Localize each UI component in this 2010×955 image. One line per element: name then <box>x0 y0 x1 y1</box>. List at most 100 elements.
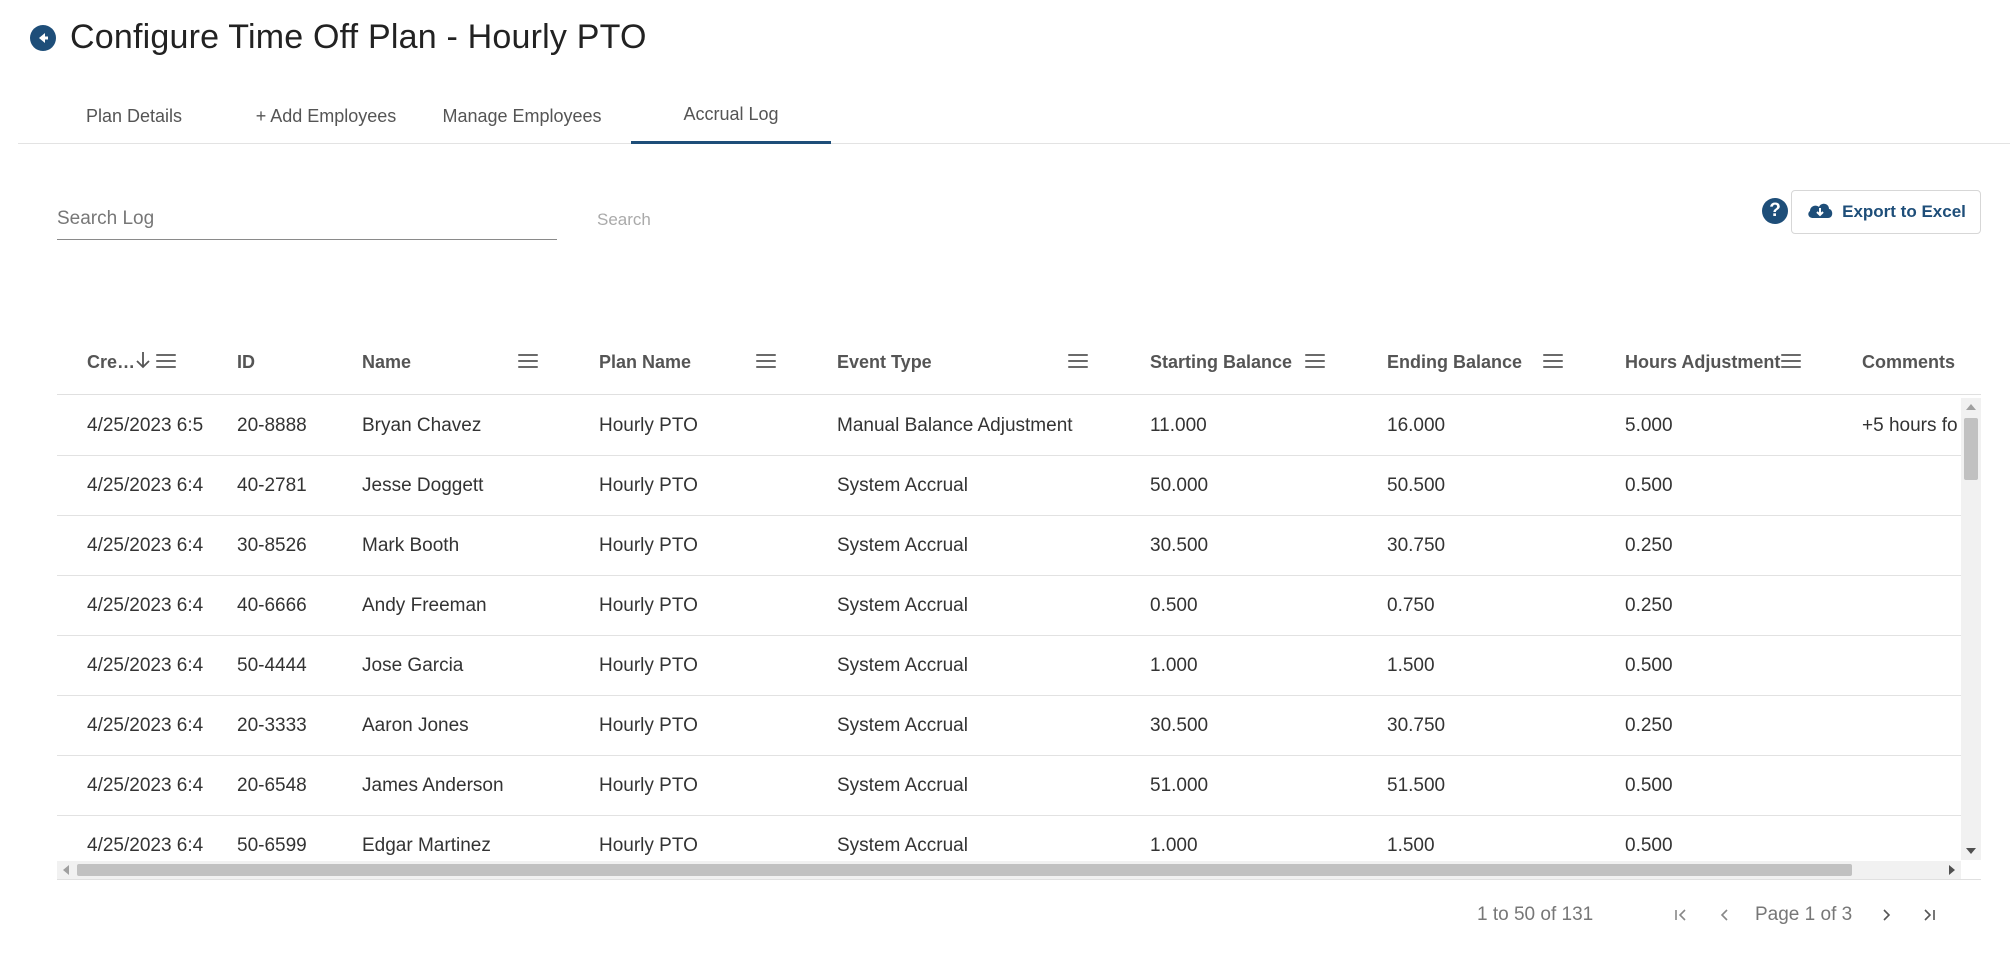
cell-starting-balance: 0.500 <box>1150 595 1198 616</box>
cell-id: 20-3333 <box>237 715 307 736</box>
cell-event-type: System Accrual <box>837 595 968 616</box>
first-page-icon[interactable] <box>1668 902 1694 928</box>
column-menu-icon[interactable] <box>1305 352 1325 370</box>
column-header-plan-name[interactable]: Plan Name <box>599 330 749 395</box>
scroll-left-arrow-icon[interactable] <box>63 865 69 875</box>
cell-starting-balance: 50.000 <box>1150 475 1209 496</box>
previous-page-icon[interactable] <box>1712 902 1738 928</box>
cell-event-type: Manual Balance Adjustment <box>837 415 1073 436</box>
back-arrow-icon[interactable] <box>30 24 56 51</box>
export-label: Export to Excel <box>1842 202 1966 221</box>
cell-plan-name: Hourly PTO <box>599 655 698 676</box>
page-title: Configure Time Off Plan - Hourly PTO <box>70 18 647 56</box>
cell-comments <box>1862 816 1961 861</box>
column-header-name[interactable]: Name <box>362 330 512 395</box>
cell-created: 4/25/2023 6:4 <box>87 535 204 556</box>
scroll-up-arrow-icon[interactable] <box>1966 404 1976 410</box>
cell-event-type: System Accrual <box>837 655 968 676</box>
help-icon[interactable]: ? <box>1762 198 1788 224</box>
column-header-starting-balance[interactable]: Starting Balance <box>1150 330 1320 395</box>
cell-ending-balance: 16.000 <box>1387 415 1446 436</box>
cell-comments <box>1862 516 1961 576</box>
cell-event-type: System Accrual <box>837 835 968 856</box>
column-header-hours-adjustment[interactable]: Hours Adjustment <box>1625 330 1795 395</box>
page-indicator: Page 1 of 3 <box>1755 904 1853 925</box>
table-row[interactable]: 4/25/2023 6:5 20-8888 Bryan Chavez Hourly P… <box>57 396 1961 456</box>
vertical-scroll-thumb[interactable] <box>1964 418 1978 480</box>
cell-starting-balance: 11.000 <box>1150 415 1207 436</box>
cell-starting-balance: 51.000 <box>1150 775 1209 796</box>
cell-name: Mark Booth <box>362 535 460 556</box>
cell-id: 40-6666 <box>237 595 307 616</box>
cell-created: 4/25/2023 6:5 <box>87 415 204 436</box>
cell-ending-balance: 30.750 <box>1387 715 1446 736</box>
table-row[interactable]: 4/25/2023 6:4 40-2781 Jesse Doggett Hourly … <box>57 456 1961 516</box>
cell-plan-name: Hourly PTO <box>599 595 698 616</box>
table-header: Cre… ID Name Plan Name Event Type Starti… <box>57 330 1981 395</box>
last-page-icon[interactable] <box>1916 902 1942 928</box>
cell-hours-adjustment: 0.250 <box>1625 535 1673 556</box>
table-row[interactable]: 4/25/2023 6:4 30-8526 Mark Booth Hourly PTO… <box>57 516 1961 576</box>
horizontal-scroll-thumb[interactable] <box>77 864 1852 876</box>
cell-created: 4/25/2023 6:4 <box>87 775 204 796</box>
table-row[interactable]: 4/25/2023 6:4 20-3333 Aaron Jones Hourly PT… <box>57 696 1961 756</box>
cell-name: Edgar Martinez <box>362 835 491 856</box>
cell-event-type: System Accrual <box>837 775 968 796</box>
cell-hours-adjustment: 0.500 <box>1625 835 1673 856</box>
cell-plan-name: Hourly PTO <box>599 475 698 496</box>
cell-event-type: System Accrual <box>837 475 968 496</box>
table-row[interactable]: 4/25/2023 6:4 40-6666 Andy Freeman Hourly P… <box>57 576 1961 636</box>
table-row[interactable]: 4/25/2023 6:4 50-6599 Edgar Martinez Hourly… <box>57 816 1961 861</box>
column-menu-icon[interactable] <box>1068 352 1088 370</box>
sort-descending-icon[interactable] <box>135 350 151 375</box>
pagination-summary: 1 to 50 of 131 <box>1477 904 1594 925</box>
search-field <box>57 200 557 240</box>
tab-accrual-log[interactable]: Accrual Log <box>631 88 831 144</box>
table-body: 4/25/2023 6:5 20-8888 Bryan Chavez Hourly P… <box>57 396 1961 861</box>
cell-comments <box>1862 696 1961 756</box>
column-header-event-type[interactable]: Event Type <box>837 330 1037 395</box>
cell-starting-balance: 1.000 <box>1150 655 1198 676</box>
next-page-icon[interactable] <box>1873 902 1899 928</box>
cell-ending-balance: 30.750 <box>1387 535 1446 556</box>
cell-hours-adjustment: 5.000 <box>1625 415 1673 436</box>
column-menu-icon[interactable] <box>518 352 538 370</box>
table-row[interactable]: 4/25/2023 6:4 20-6548 James Anderson Hourly… <box>57 756 1961 816</box>
column-menu-icon[interactable] <box>756 352 776 370</box>
export-to-excel-button[interactable]: Export to Excel <box>1791 190 1981 234</box>
cell-plan-name: Hourly PTO <box>599 835 698 856</box>
tab-plan-details[interactable]: Plan Details <box>38 88 230 144</box>
column-menu-icon[interactable] <box>1781 352 1801 370</box>
cell-comments <box>1862 756 1961 816</box>
cell-ending-balance: 51.500 <box>1387 775 1446 796</box>
cell-created: 4/25/2023 6:4 <box>87 835 204 856</box>
cell-starting-balance: 30.500 <box>1150 715 1209 736</box>
scroll-right-arrow-icon[interactable] <box>1949 865 1955 875</box>
horizontal-scrollbar[interactable] <box>57 861 1961 879</box>
scroll-down-arrow-icon[interactable] <box>1966 848 1976 854</box>
column-menu-icon[interactable] <box>156 352 176 370</box>
column-header-comments[interactable]: Comments <box>1862 330 1981 395</box>
search-input[interactable] <box>57 200 557 238</box>
cell-name: Bryan Chavez <box>362 415 482 436</box>
divider <box>57 879 1981 880</box>
search-button[interactable]: Search <box>597 210 651 230</box>
vertical-scrollbar[interactable] <box>1961 398 1981 860</box>
cloud-download-icon <box>1806 200 1834 225</box>
cell-id: 20-8888 <box>237 415 307 436</box>
tab-add-employees[interactable]: + Add Employees <box>230 88 422 144</box>
cell-plan-name: Hourly PTO <box>599 535 698 556</box>
cell-name: Andy Freeman <box>362 595 487 616</box>
cell-plan-name: Hourly PTO <box>599 775 698 796</box>
column-header-ending-balance[interactable]: Ending Balance <box>1387 330 1557 395</box>
column-header-id[interactable]: ID <box>237 330 337 395</box>
cell-name: Jesse Doggett <box>362 475 484 496</box>
column-menu-icon[interactable] <box>1543 352 1563 370</box>
cell-created: 4/25/2023 6:4 <box>87 655 204 676</box>
cell-comments <box>1862 636 1961 696</box>
page-header: Configure Time Off Plan - Hourly PTO <box>30 18 647 57</box>
cell-id: 40-2781 <box>237 475 307 496</box>
tab-manage-employees[interactable]: Manage Employees <box>422 88 622 144</box>
cell-hours-adjustment: 0.500 <box>1625 655 1673 676</box>
table-row[interactable]: 4/25/2023 6:4 50-4444 Jose Garcia Hourly PT… <box>57 636 1961 696</box>
